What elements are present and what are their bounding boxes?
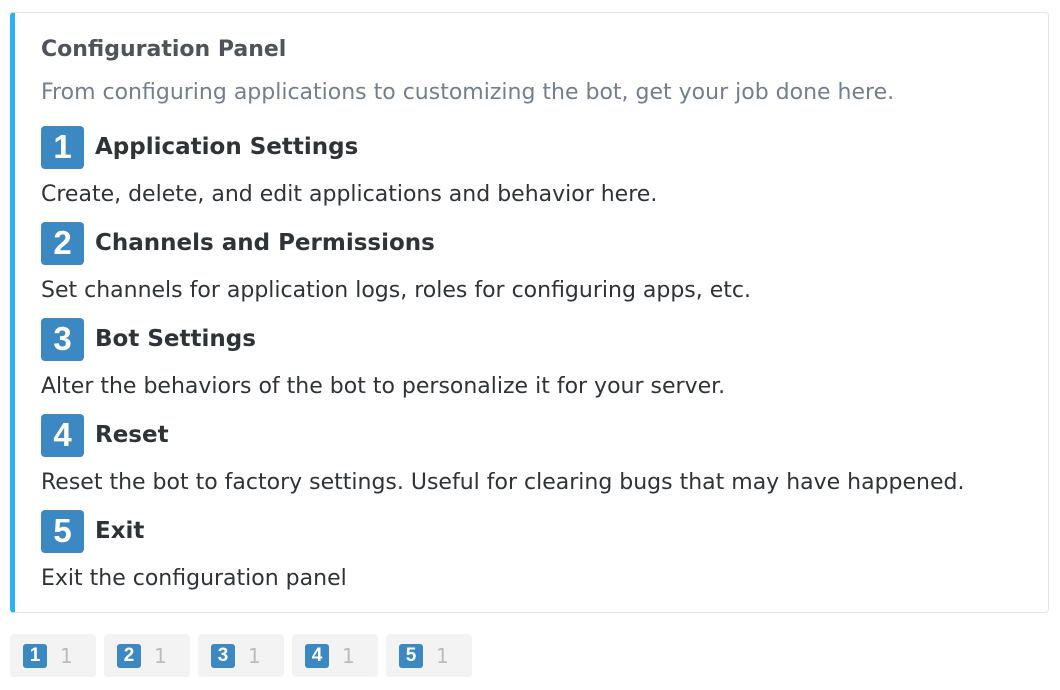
keycap-2-icon: 2 xyxy=(117,643,141,668)
reaction-count: 1 xyxy=(60,643,73,668)
field-value: Alter the behaviors of the bot to person… xyxy=(41,374,726,399)
field-name: Channels and Permissions xyxy=(95,230,435,256)
field-name: Reset xyxy=(95,422,169,448)
config-embed: Configuration Panel From configuring app… xyxy=(10,12,1049,613)
reaction-count: 1 xyxy=(436,643,449,668)
reaction-keycap-5[interactable]: 5 1 xyxy=(386,634,472,677)
embed-title: Configuration Panel xyxy=(41,37,287,62)
reaction-keycap-4[interactable]: 4 1 xyxy=(292,634,378,677)
reaction-count: 1 xyxy=(154,643,167,668)
reactions-bar: 1 1 2 1 3 1 4 1 5 1 xyxy=(10,634,480,677)
keycap-3-icon: 3 xyxy=(41,317,84,361)
field-value: Exit the configuration panel xyxy=(41,566,347,591)
field-name: Application Settings xyxy=(95,134,359,160)
reaction-keycap-3[interactable]: 3 1 xyxy=(198,634,284,677)
keycap-5-icon: 5 xyxy=(399,643,423,668)
field-value: Reset the bot to factory settings. Usefu… xyxy=(41,470,965,495)
keycap-4-icon: 4 xyxy=(305,643,329,668)
field-channels-and-permissions: 2 Channels and Permissions xyxy=(41,221,435,265)
embed-description: From configuring applications to customi… xyxy=(41,80,895,105)
keycap-5-icon: 5 xyxy=(41,509,84,553)
keycap-4-icon: 4 xyxy=(41,413,84,457)
field-reset: 4 Reset xyxy=(41,413,169,457)
field-name: Bot Settings xyxy=(95,326,256,352)
reaction-count: 1 xyxy=(248,643,261,668)
field-value: Set channels for application logs, roles… xyxy=(41,278,752,303)
keycap-3-icon: 3 xyxy=(211,643,235,668)
field-bot-settings: 3 Bot Settings xyxy=(41,317,256,361)
field-value: Create, delete, and edit applications an… xyxy=(41,182,658,207)
reaction-keycap-2[interactable]: 2 1 xyxy=(104,634,190,677)
field-exit: 5 Exit xyxy=(41,509,144,553)
reaction-count: 1 xyxy=(342,643,355,668)
field-name: Exit xyxy=(95,518,145,544)
field-application-settings: 1 Application Settings xyxy=(41,125,358,169)
reaction-keycap-1[interactable]: 1 1 xyxy=(10,634,96,677)
keycap-1-icon: 1 xyxy=(23,643,47,668)
keycap-2-icon: 2 xyxy=(41,221,84,265)
keycap-1-icon: 1 xyxy=(41,125,84,169)
